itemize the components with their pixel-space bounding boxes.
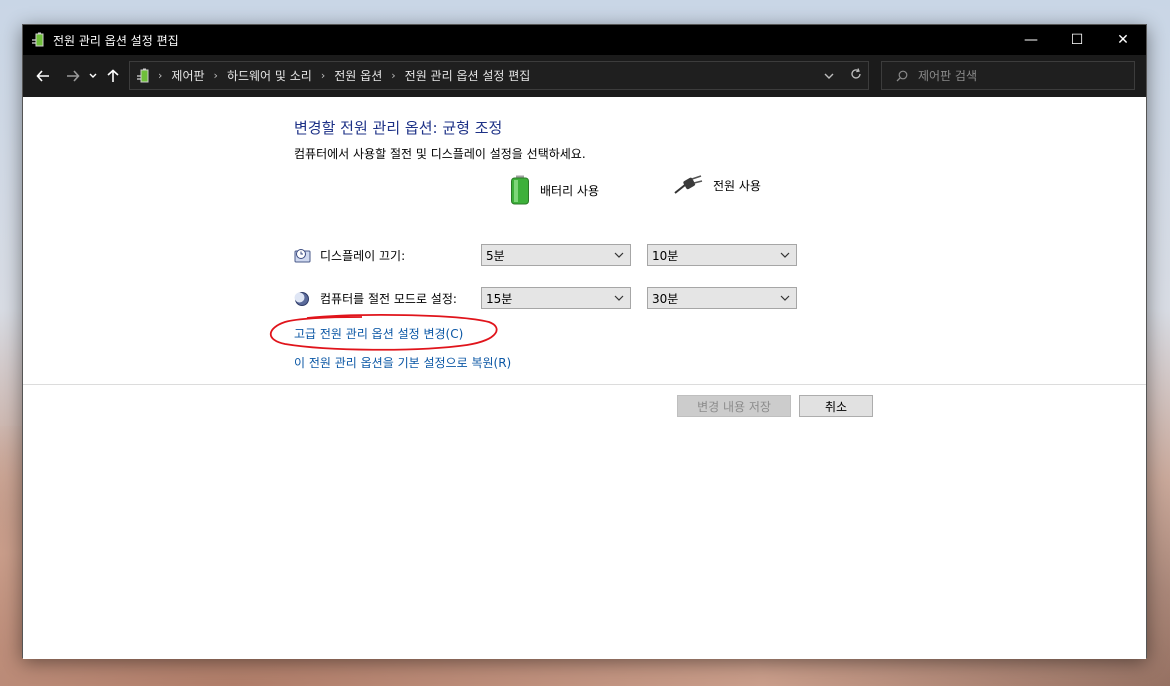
battery-column-label: 배터리 사용	[540, 183, 600, 198]
navigation-bar: › 제어판 › 하드웨어 및 소리 › 전원 옵션 › 전원 관리 옵션 설정 …	[23, 55, 1146, 97]
page-title: 변경할 전원 관리 옵션: 균형 조정	[294, 119, 503, 137]
breadcrumb-hardware-sound[interactable]: 하드웨어 및 소리	[227, 67, 312, 84]
breadcrumb-separator: ›	[320, 69, 326, 82]
sleep-plugged-select[interactable]: 30분	[647, 287, 797, 309]
breadcrumb-control-panel[interactable]: 제어판	[171, 67, 204, 84]
sleep-battery-value: 15분	[486, 291, 513, 306]
footer-divider	[23, 384, 1146, 385]
cancel-button[interactable]: 취소	[799, 395, 873, 417]
forward-arrow-icon[interactable]	[61, 62, 85, 90]
power-options-window: 전원 관리 옵션 설정 편집 — ☐ ✕ › 제어판 › 하드웨어 및 소리 ›…	[22, 24, 1147, 659]
search-input[interactable]	[918, 68, 1118, 83]
window-controls: — ☐ ✕	[1008, 25, 1146, 55]
refresh-icon[interactable]	[850, 68, 862, 83]
breadcrumb-edit-plan[interactable]: 전원 관리 옵션 설정 편집	[405, 67, 531, 84]
sleep-row-label: 컴퓨터를 절전 모드로 설정:	[294, 290, 457, 307]
page-description: 컴퓨터에서 사용할 절전 및 디스플레이 설정을 선택하세요.	[294, 147, 586, 161]
plugged-column-label: 전원 사용	[713, 178, 761, 193]
search-icon	[896, 70, 908, 81]
breadcrumb-power-options[interactable]: 전원 옵션	[334, 67, 382, 84]
display-off-battery-value: 5분	[486, 248, 505, 263]
sleep-plugged-value: 30분	[652, 291, 679, 306]
display-clock-icon	[294, 248, 311, 262]
address-history-chevron-icon[interactable]	[824, 69, 834, 83]
breadcrumb-separator: ›	[213, 69, 218, 82]
close-button[interactable]: ✕	[1100, 25, 1146, 55]
chevron-down-icon	[614, 293, 624, 304]
display-off-row-label: 디스플레이 끄기:	[294, 247, 405, 264]
recent-locations-chevron-icon[interactable]	[85, 62, 101, 90]
minimize-button[interactable]: —	[1008, 25, 1054, 55]
restore-defaults-link[interactable]: 이 전원 관리 옵션을 기본 설정으로 복원(R)	[294, 354, 511, 371]
up-arrow-icon[interactable]	[101, 62, 125, 90]
display-off-plugged-select[interactable]: 10분	[647, 244, 797, 266]
power-options-icon	[32, 32, 44, 47]
search-box[interactable]	[881, 61, 1135, 90]
battery-icon	[511, 175, 529, 205]
chevron-down-icon	[780, 293, 790, 304]
column-header-battery: 배터리 사용	[510, 175, 599, 205]
title-bar: 전원 관리 옵션 설정 편집 — ☐ ✕	[23, 25, 1146, 55]
display-off-plugged-value: 10분	[652, 248, 679, 263]
maximize-button[interactable]: ☐	[1054, 25, 1100, 55]
breadcrumb-separator: ›	[391, 69, 396, 82]
display-off-battery-select[interactable]: 5분	[481, 244, 631, 266]
power-options-icon	[137, 68, 149, 82]
moon-icon	[294, 291, 309, 306]
power-plug-icon	[674, 175, 703, 194]
save-changes-button[interactable]: 변경 내용 저장	[677, 395, 791, 417]
breadcrumb-separator: ›	[158, 69, 163, 82]
advanced-settings-link[interactable]: 고급 전원 관리 옵션 설정 변경(C)	[294, 325, 463, 342]
back-arrow-icon[interactable]	[31, 62, 55, 90]
chevron-down-icon	[614, 250, 624, 261]
display-off-label: 디스플레이 끄기:	[320, 249, 406, 263]
content-area: 변경할 전원 관리 옵션: 균형 조정 컴퓨터에서 사용할 절전 및 디스플레이…	[23, 97, 1146, 659]
sleep-label: 컴퓨터를 절전 모드로 설정:	[320, 292, 457, 306]
address-actions	[824, 62, 862, 89]
address-box[interactable]: › 제어판 › 하드웨어 및 소리 › 전원 옵션 › 전원 관리 옵션 설정 …	[129, 61, 869, 90]
column-header-plugged: 전원 사용	[673, 175, 761, 195]
window-title: 전원 관리 옵션 설정 편집	[53, 33, 179, 48]
chevron-down-icon	[780, 250, 790, 261]
sleep-battery-select[interactable]: 15분	[481, 287, 631, 309]
